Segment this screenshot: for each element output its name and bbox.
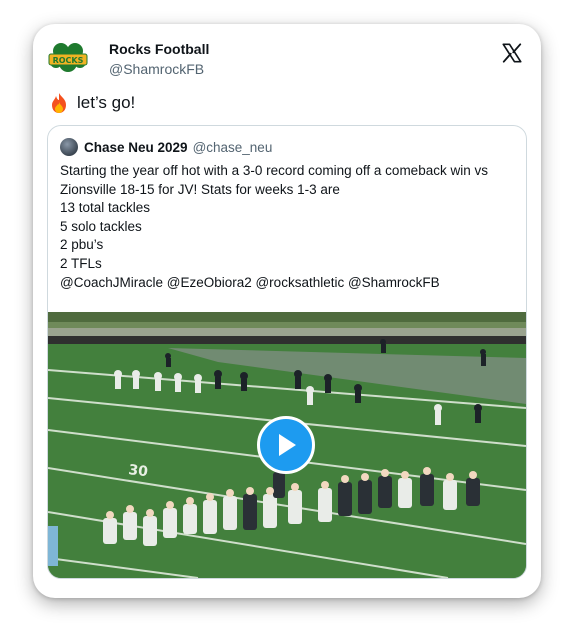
shamrock-logo: ROCKS <box>48 43 88 72</box>
quoted-text-line: Starting the year off hot with a 3-0 rec… <box>60 163 488 178</box>
quoted-text-line: Zionsville 18-15 for JV! Stats for weeks… <box>60 181 340 197</box>
quoted-author-handle[interactable]: @chase_neu <box>193 140 273 155</box>
quoted-text-line: 2 TFLs <box>60 255 102 271</box>
quoted-text-mentions[interactable]: @CoachJMiracle @EzeObiora2 @rocksathleti… <box>60 274 518 293</box>
video-play-button[interactable] <box>257 416 315 474</box>
quoted-tweet[interactable]: Chase Neu 2029 @chase_neu Starting the y… <box>47 125 527 579</box>
quoted-tweet-text: Starting the year off hot with a 3-0 rec… <box>60 162 518 292</box>
tweet-text: let’s go! <box>49 92 135 114</box>
quoted-text-line: 2 pbu’s <box>60 237 104 253</box>
tweet-body-text: let’s go! <box>77 93 136 112</box>
field-yard-number: 30 <box>128 462 150 480</box>
quoted-tweet-header: Chase Neu 2029 @chase_neu <box>60 137 272 157</box>
quoted-text-line: 13 total tackles <box>60 200 151 216</box>
author-handle[interactable]: @ShamrockFB <box>109 61 204 77</box>
quoted-author-name[interactable]: Chase Neu 2029 <box>84 140 188 155</box>
quoted-text-line: 5 solo tackles <box>60 218 142 234</box>
play-icon <box>279 434 296 456</box>
tweet-header: ROCKS Rocks Football @ShamrockFB <box>47 40 527 84</box>
fire-emoji-icon <box>52 93 66 113</box>
x-logo-icon[interactable] <box>501 42 523 64</box>
author-name[interactable]: Rocks Football <box>109 41 209 57</box>
video-player[interactable]: 30 <box>48 312 526 578</box>
quoted-author-avatar[interactable] <box>60 138 78 156</box>
svg-text:ROCKS: ROCKS <box>53 56 84 65</box>
embedded-tweet-card[interactable]: ROCKS Rocks Football @ShamrockFB let’s g… <box>33 24 541 598</box>
